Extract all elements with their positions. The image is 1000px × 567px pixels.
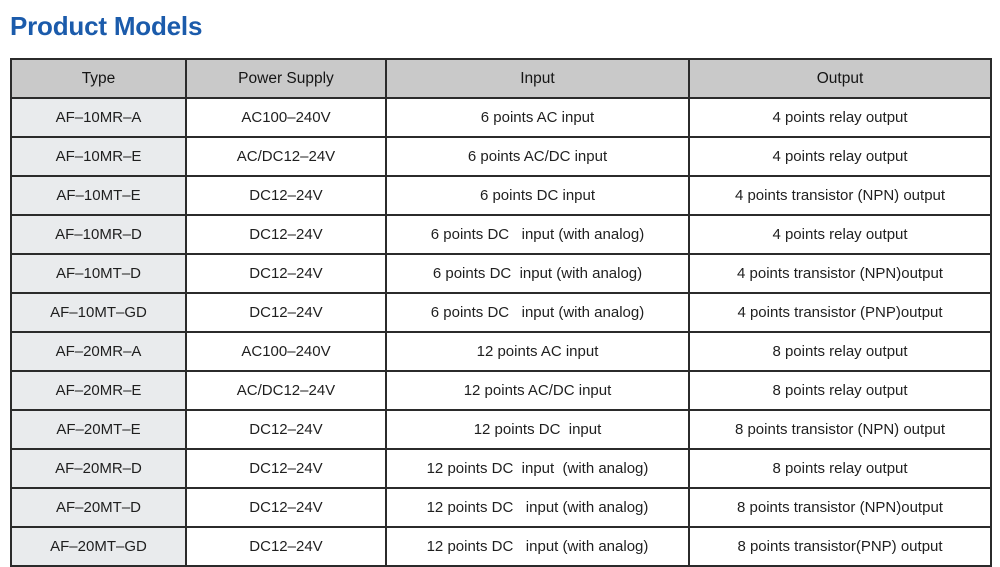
cell-input: 6 points AC/DC input [385,136,690,177]
cell-power-supply: AC/DC12–24V [185,370,387,411]
product-models-page: Product Models Type Power Supply Input O… [0,0,1000,567]
cell-output: 4 points transistor (NPN)output [688,253,992,294]
cell-type: AF–10MT–D [10,253,187,294]
table-body: AF–10MR–A AC100–240V 6 points AC input 4 po… [10,97,992,567]
cell-type: AF–10MR–D [10,214,187,255]
cell-type: AF–20MT–E [10,409,187,450]
cell-input: 12 points DC input [385,409,690,450]
cell-type: AF–10MT–GD [10,292,187,333]
cell-output: 4 points relay output [688,97,992,138]
cell-power-supply: AC/DC12–24V [185,136,387,177]
cell-input: 6 points DC input (with analog) [385,214,690,255]
cell-output: 8 points transistor (NPN) output [688,409,992,450]
table-row: AF–10MR–A AC100–240V 6 points AC input 4 po… [10,97,992,138]
cell-type: AF–10MR–A [10,97,187,138]
cell-input: 6 points DC input (with analog) [385,253,690,294]
cell-input: 12 points AC input [385,331,690,372]
product-models-table-container: Type Power Supply Input Output AF–10MR–A… [10,58,992,567]
table-row: AF–20MR–E AC/DC12–24V 12 points AC/DC inpu… [10,370,992,411]
cell-input: 12 points DC input (with analog) [385,448,690,489]
cell-type: AF–10MR–E [10,136,187,177]
cell-input: 12 points AC/DC input [385,370,690,411]
cell-power-supply: AC100–240V [185,97,387,138]
cell-output: 8 points relay output [688,370,992,411]
cell-output: 8 points relay output [688,331,992,372]
cell-type: AF–20MR–A [10,331,187,372]
column-header-output: Output [688,58,992,99]
cell-input: 6 points DC input (with analog) [385,292,690,333]
cell-power-supply: DC12–24V [185,214,387,255]
cell-output: 8 points transistor (NPN)output [688,487,992,528]
table-row: AF–20MR–D DC12–24V 12 points DC input (wit… [10,448,992,489]
column-header-input: Input [385,58,690,99]
cell-output: 4 points transistor (NPN) output [688,175,992,216]
cell-type: AF–20MT–D [10,487,187,528]
cell-type: AF–20MR–E [10,370,187,411]
table-row: AF–20MT–D DC12–24V 12 points DC input (wit… [10,487,992,528]
cell-output: 4 points relay output [688,214,992,255]
cell-power-supply: DC12–24V [185,292,387,333]
cell-output: 4 points relay output [688,136,992,177]
cell-power-supply: DC12–24V [185,253,387,294]
cell-power-supply: DC12–24V [185,448,387,489]
cell-power-supply: AC100–240V [185,331,387,372]
cell-power-supply: DC12–24V [185,409,387,450]
table-row: AF–20MR–A AC100–240V 12 points AC input 8 p… [10,331,992,372]
column-header-power-supply: Power Supply [185,58,387,99]
cell-power-supply: DC12–24V [185,487,387,528]
column-header-type: Type [10,58,187,99]
cell-type: AF–10MT–E [10,175,187,216]
cell-type: AF–20MR–D [10,448,187,489]
table-header-row: Type Power Supply Input Output [10,58,992,99]
cell-power-supply: DC12–24V [185,526,387,567]
cell-type: AF–20MT–GD [10,526,187,567]
cell-input: 12 points DC input (with analog) [385,487,690,528]
table-row: AF–20MT–GD DC12–24V 12 points DC input (wi… [10,526,992,567]
cell-output: 8 points transistor(PNP) output [688,526,992,567]
product-models-table: Type Power Supply Input Output AF–10MR–A… [10,58,992,567]
cell-output: 8 points relay output [688,448,992,489]
cell-power-supply: DC12–24V [185,175,387,216]
table-row: AF–10MT–E DC12–24V 6 points DC input 4 poin… [10,175,992,216]
table-header: Type Power Supply Input Output [10,58,992,99]
page-title: Product Models [10,11,203,41]
table-row: AF–10MR–D DC12–24V 6 points DC input (with… [10,214,992,255]
cell-output: 4 points transistor (PNP)output [688,292,992,333]
cell-input: 6 points AC input [385,97,690,138]
table-row: AF–10MT–GD DC12–24V 6 points DC input (wit… [10,292,992,333]
table-row: AF–10MT–D DC12–24V 6 points DC input (with… [10,253,992,294]
table-row: AF–20MT–E DC12–24V 12 points DC input 8 poi… [10,409,992,450]
cell-input: 6 points DC input [385,175,690,216]
cell-input: 12 points DC input (with analog) [385,526,690,567]
table-row: AF–10MR–E AC/DC12–24V 6 points AC/DC input… [10,136,992,177]
